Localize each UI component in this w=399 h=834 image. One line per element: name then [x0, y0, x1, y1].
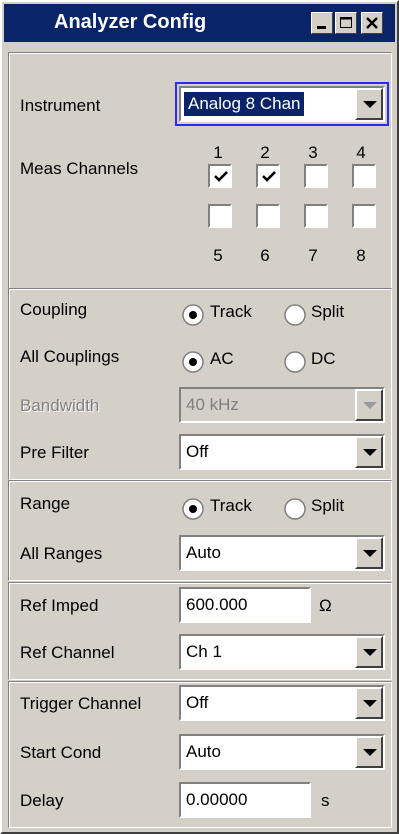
channel-number-6: 6	[260, 246, 270, 265]
ref-imped-label: Ref Imped	[20, 596, 99, 615]
channel-6-checkbox[interactable]	[256, 204, 280, 228]
all-ranges-value: Auto	[186, 543, 221, 562]
range-split-radio[interactable]	[284, 498, 306, 520]
channel-2-checkbox[interactable]	[256, 164, 280, 188]
pre-filter-label: Pre Filter	[20, 443, 89, 462]
title-bar[interactable]: Analyzer Config	[4, 4, 395, 42]
channel-4-checkbox[interactable]	[352, 164, 376, 188]
pre-filter-dropdown-button[interactable]	[355, 436, 383, 468]
channel-7-checkbox[interactable]	[304, 204, 328, 228]
channel-number-1: 1	[213, 143, 223, 162]
coupling-track-radio[interactable]	[182, 304, 204, 326]
channel-number-2: 2	[260, 143, 270, 162]
delay-unit: s	[321, 791, 330, 810]
chevron-down-icon	[363, 402, 377, 409]
instrument-label: Instrument	[20, 96, 101, 115]
ref-channel-value: Ch 1	[186, 642, 222, 661]
bandwidth-label: Bandwidth	[20, 396, 100, 415]
chevron-down-icon	[363, 101, 377, 108]
maximize-icon	[340, 17, 352, 28]
trigger-channel-label: Trigger Channel	[20, 694, 142, 713]
range-track-label: Track	[210, 496, 252, 515]
bandwidth-value: 40 kHz	[186, 395, 239, 414]
channel-number-4: 4	[356, 143, 366, 162]
coupling-split-label: Split	[311, 302, 345, 321]
coupling-label: Coupling	[20, 300, 88, 319]
range-track-radio[interactable]	[182, 498, 204, 520]
checkmark-icon	[262, 171, 276, 182]
ref-imped-value: 600.000	[186, 595, 248, 614]
coupling-split-radio[interactable]	[284, 304, 306, 326]
range-split-label: Split	[311, 496, 345, 515]
ref-imped-unit: Ω	[319, 596, 332, 615]
delay-label: Delay	[20, 791, 64, 810]
bandwidth-select: 40 kHz	[179, 387, 385, 423]
delay-value: 0.00000	[186, 790, 248, 809]
chevron-down-icon	[363, 700, 377, 707]
coupling-track-label: Track	[210, 302, 252, 321]
close-icon	[366, 17, 378, 29]
chevron-down-icon	[363, 449, 377, 456]
start-cond-value: Auto	[186, 742, 221, 761]
coupling-ac-label: AC	[210, 349, 234, 368]
instrument-value: Analog 8 Chan	[184, 92, 305, 116]
chevron-down-icon	[363, 749, 377, 756]
ref-channel-label: Ref Channel	[20, 643, 115, 662]
chevron-down-icon	[363, 649, 377, 656]
bandwidth-dropdown-button	[355, 389, 383, 421]
trigger-channel-value: Off	[186, 693, 209, 712]
range-label: Range	[20, 494, 71, 513]
channel-number-5: 5	[213, 246, 223, 265]
channel-5-checkbox[interactable]	[208, 204, 232, 228]
close-button[interactable]	[361, 12, 383, 34]
ref-channel-dropdown-button[interactable]	[355, 636, 383, 668]
channel-number-3: 3	[308, 143, 318, 162]
channel-number-7: 7	[308, 246, 318, 265]
chevron-down-icon	[363, 550, 377, 557]
channel-3-checkbox[interactable]	[304, 164, 328, 188]
coupling-dc-radio[interactable]	[284, 351, 306, 373]
ref-imped-input[interactable]: 600.000	[179, 587, 311, 623]
minimize-button[interactable]	[311, 12, 333, 34]
minimize-icon	[317, 26, 326, 29]
start-cond-label: Start Cond	[20, 743, 102, 762]
coupling-dc-label: DC	[311, 349, 336, 368]
checkmark-icon	[214, 171, 228, 182]
coupling-ac-radio[interactable]	[182, 351, 204, 373]
delay-input[interactable]: 0.00000	[179, 782, 311, 818]
all-couplings-label: All Couplings	[20, 347, 120, 366]
all-ranges-select[interactable]: Auto	[179, 535, 385, 571]
pre-filter-value: Off	[186, 442, 209, 461]
pre-filter-select[interactable]: Off	[179, 434, 385, 470]
analyzer-config-window: Analyzer Config Instrument Analog 8 Chan…	[0, 0, 399, 834]
window-title: Analyzer Config	[54, 11, 207, 33]
meas-channels-label: Meas Channels	[20, 159, 139, 178]
trigger-channel-dropdown-button[interactable]	[355, 687, 383, 719]
maximize-button[interactable]	[335, 12, 357, 34]
instrument-select[interactable]: Analog 8 Chan	[179, 86, 385, 122]
all-ranges-label: All Ranges	[20, 544, 103, 563]
instrument-dropdown-button[interactable]	[355, 88, 383, 120]
ref-channel-select[interactable]: Ch 1	[179, 634, 385, 670]
start-cond-select[interactable]: Auto	[179, 734, 385, 770]
start-cond-dropdown-button[interactable]	[355, 736, 383, 768]
channel-1-checkbox[interactable]	[208, 164, 232, 188]
channel-8-checkbox[interactable]	[352, 204, 376, 228]
channel-number-8: 8	[356, 246, 366, 265]
all-ranges-dropdown-button[interactable]	[355, 537, 383, 569]
trigger-channel-select[interactable]: Off	[179, 685, 385, 721]
